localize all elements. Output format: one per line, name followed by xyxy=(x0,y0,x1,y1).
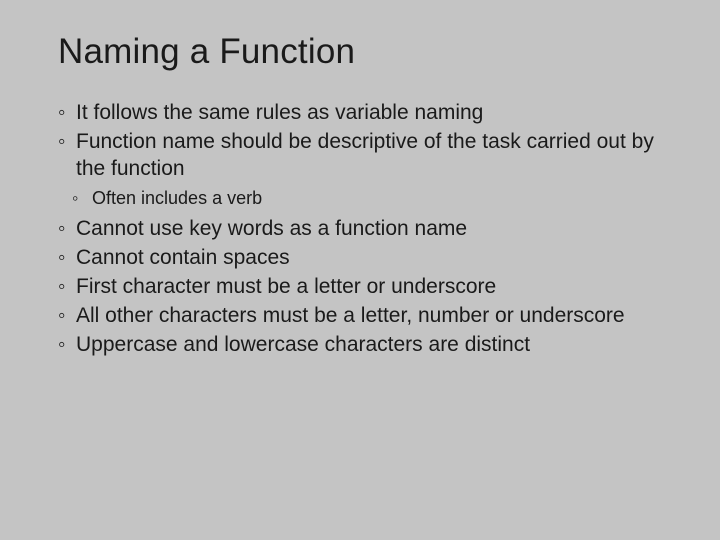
bullet-item: Uppercase and lowercase characters are d… xyxy=(58,332,662,359)
bullet-list: It follows the same rules as variable na… xyxy=(58,100,662,183)
sub-bullet-list: Often includes a verb xyxy=(58,187,662,210)
bullet-item: Cannot use key words as a function name xyxy=(58,216,662,243)
bullet-item: First character must be a letter or unde… xyxy=(58,274,662,301)
bullet-item: Function name should be descriptive of t… xyxy=(58,129,662,183)
slide-title: Naming a Function xyxy=(58,32,662,72)
bullet-item: All other characters must be a letter, n… xyxy=(58,303,662,330)
bullet-item: Cannot contain spaces xyxy=(58,245,662,272)
sub-bullet-item: Often includes a verb xyxy=(58,187,662,210)
bullet-list: Cannot use key words as a function name … xyxy=(58,216,662,358)
bullet-item: It follows the same rules as variable na… xyxy=(58,100,662,127)
